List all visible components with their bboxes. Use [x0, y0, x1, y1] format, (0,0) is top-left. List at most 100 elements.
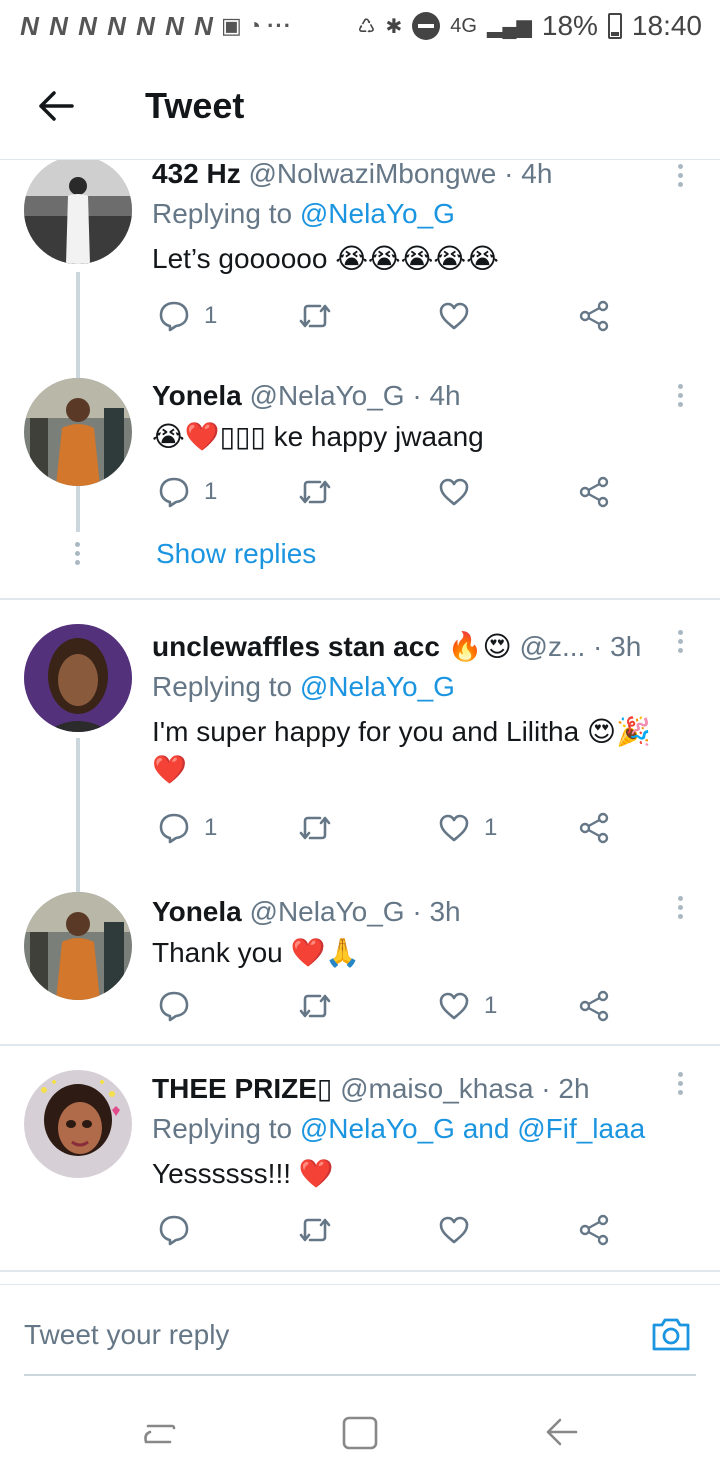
like-button[interactable]	[438, 472, 484, 512]
system-nav-bar	[0, 1386, 720, 1480]
camera-button[interactable]	[650, 1315, 692, 1358]
retweet-button[interactable]	[298, 808, 332, 848]
more-options-icon[interactable]	[674, 630, 686, 653]
display-name[interactable]: Yonela	[152, 896, 242, 927]
notification-letter: N	[49, 10, 69, 41]
tweet-actions: 1	[152, 472, 632, 512]
arrow-left-icon	[39, 90, 74, 121]
heart-icon	[439, 478, 469, 506]
recents-button[interactable]	[140, 1414, 180, 1455]
avatar[interactable]	[24, 1070, 132, 1178]
avatar-photo	[24, 378, 132, 486]
share-icon	[579, 476, 609, 508]
more-options-icon[interactable]	[674, 164, 686, 187]
handle-time: @NelaYo_G · 3h	[249, 896, 461, 927]
retweet-icon	[299, 994, 331, 1018]
avatar-photo	[24, 1070, 132, 1178]
reply-to-link[interactable]: @NelaYo_G	[300, 671, 455, 702]
share-icon	[579, 990, 609, 1022]
display-name[interactable]: THEE PRIZE▯	[152, 1073, 332, 1104]
notification-letter: N	[78, 10, 98, 41]
heart-icon	[439, 302, 469, 330]
reply-count: 1	[204, 302, 218, 329]
notification-letter: N	[136, 10, 156, 41]
back-icon	[546, 1418, 578, 1446]
input-underline	[24, 1374, 696, 1376]
share-icon	[579, 812, 609, 844]
handle-time: @NelaYo_G · 4h	[249, 380, 461, 411]
tweet-text: Yessssss!!! ❤️	[152, 1158, 334, 1189]
more-options-icon[interactable]	[674, 1072, 686, 1095]
more-notifications-icon: ···	[267, 13, 293, 38]
heart-icon	[439, 1216, 469, 1244]
handle-time: @NolwaziMbongwe · 4h	[248, 158, 553, 189]
avatar[interactable]	[24, 624, 132, 732]
reply-icon	[159, 1215, 189, 1246]
nav-back-button[interactable]	[540, 1414, 580, 1455]
retweet-button[interactable]	[298, 986, 332, 1026]
tweet-actions: 1	[152, 296, 632, 336]
reply-to-link[interactable]: @NelaYo_G and @Fif_laaa	[300, 1113, 645, 1144]
tweet-text: Let’s goooooo 😭😭😭😭😭	[152, 243, 499, 274]
thread-divider	[0, 1270, 720, 1272]
reply-count: 1	[204, 478, 218, 505]
status-bar: N N N N N N N ▣ ◔ ··· ♺ ✱ 4G ▂▄▆ 18% 18:…	[0, 0, 720, 52]
avatar[interactable]	[24, 156, 132, 264]
more-options-icon[interactable]	[674, 384, 686, 407]
notification-letter: N	[194, 10, 214, 41]
display-name[interactable]: unclewaffles stan acc 🔥😍	[152, 631, 512, 662]
replying-to: Replying to @NelaYo_G	[152, 198, 680, 230]
reply-prefix: Replying to	[152, 198, 300, 229]
battery-icon	[607, 13, 622, 39]
retweet-icon	[299, 480, 331, 504]
like-button[interactable]	[438, 296, 484, 336]
recycle-icon: ♺	[357, 15, 376, 38]
reply-to-link[interactable]: @NelaYo_G	[300, 198, 455, 229]
reply-composer[interactable]: Tweet your reply	[0, 1284, 720, 1376]
display-name[interactable]: 432 Hz	[152, 158, 241, 189]
retweet-button[interactable]	[298, 1210, 332, 1250]
reply-icon	[159, 813, 189, 844]
home-icon	[342, 1416, 378, 1450]
retweet-icon	[299, 1218, 331, 1242]
thread-divider	[0, 1044, 720, 1046]
show-replies-link[interactable]: Show replies	[156, 538, 316, 570]
retweet-button[interactable]	[298, 472, 332, 512]
retweet-button[interactable]	[298, 296, 332, 336]
display-name[interactable]: Yonela	[152, 380, 242, 411]
replying-to: Replying to @NelaYo_G	[152, 671, 680, 703]
home-button[interactable]	[340, 1414, 380, 1457]
reply-button[interactable]: 1	[158, 296, 217, 336]
reply-button[interactable]	[158, 1210, 204, 1250]
thread-continuation-dots	[75, 542, 80, 565]
heart-icon	[439, 992, 469, 1020]
back-button[interactable]	[0, 52, 112, 160]
share-button[interactable]	[578, 1210, 610, 1250]
more-options-icon[interactable]	[674, 896, 686, 919]
share-button[interactable]	[578, 296, 610, 336]
reply-icon	[159, 301, 189, 332]
replying-to: Replying to @NelaYo_G and @Fif_laaa	[152, 1113, 680, 1145]
image-icon: ▣	[221, 13, 243, 38]
reply-button[interactable]	[158, 986, 204, 1026]
like-button[interactable]: 1	[438, 986, 497, 1026]
reply-icon	[159, 477, 189, 508]
thread-divider	[0, 598, 720, 600]
handle-time: @z... · 3h	[519, 631, 642, 662]
retweet-icon	[299, 816, 331, 840]
bluetooth-icon: ✱	[385, 15, 403, 38]
avatar[interactable]	[24, 378, 132, 486]
chat-icon: ◔	[247, 13, 263, 38]
share-icon	[579, 1214, 609, 1246]
like-button[interactable]	[438, 1210, 484, 1250]
battery-percent: 18%	[541, 10, 598, 41]
share-button[interactable]	[578, 808, 610, 848]
tweet-text: 😭❤️▯▯▯ ke happy jwaang	[152, 421, 484, 452]
share-button[interactable]	[578, 472, 610, 512]
reply-button[interactable]: 1	[158, 472, 217, 512]
avatar[interactable]	[24, 892, 132, 1000]
reply-button[interactable]: 1	[158, 808, 217, 848]
like-button[interactable]: 1	[438, 808, 497, 848]
share-button[interactable]	[578, 986, 610, 1026]
reply-input[interactable]: Tweet your reply	[24, 1319, 229, 1351]
